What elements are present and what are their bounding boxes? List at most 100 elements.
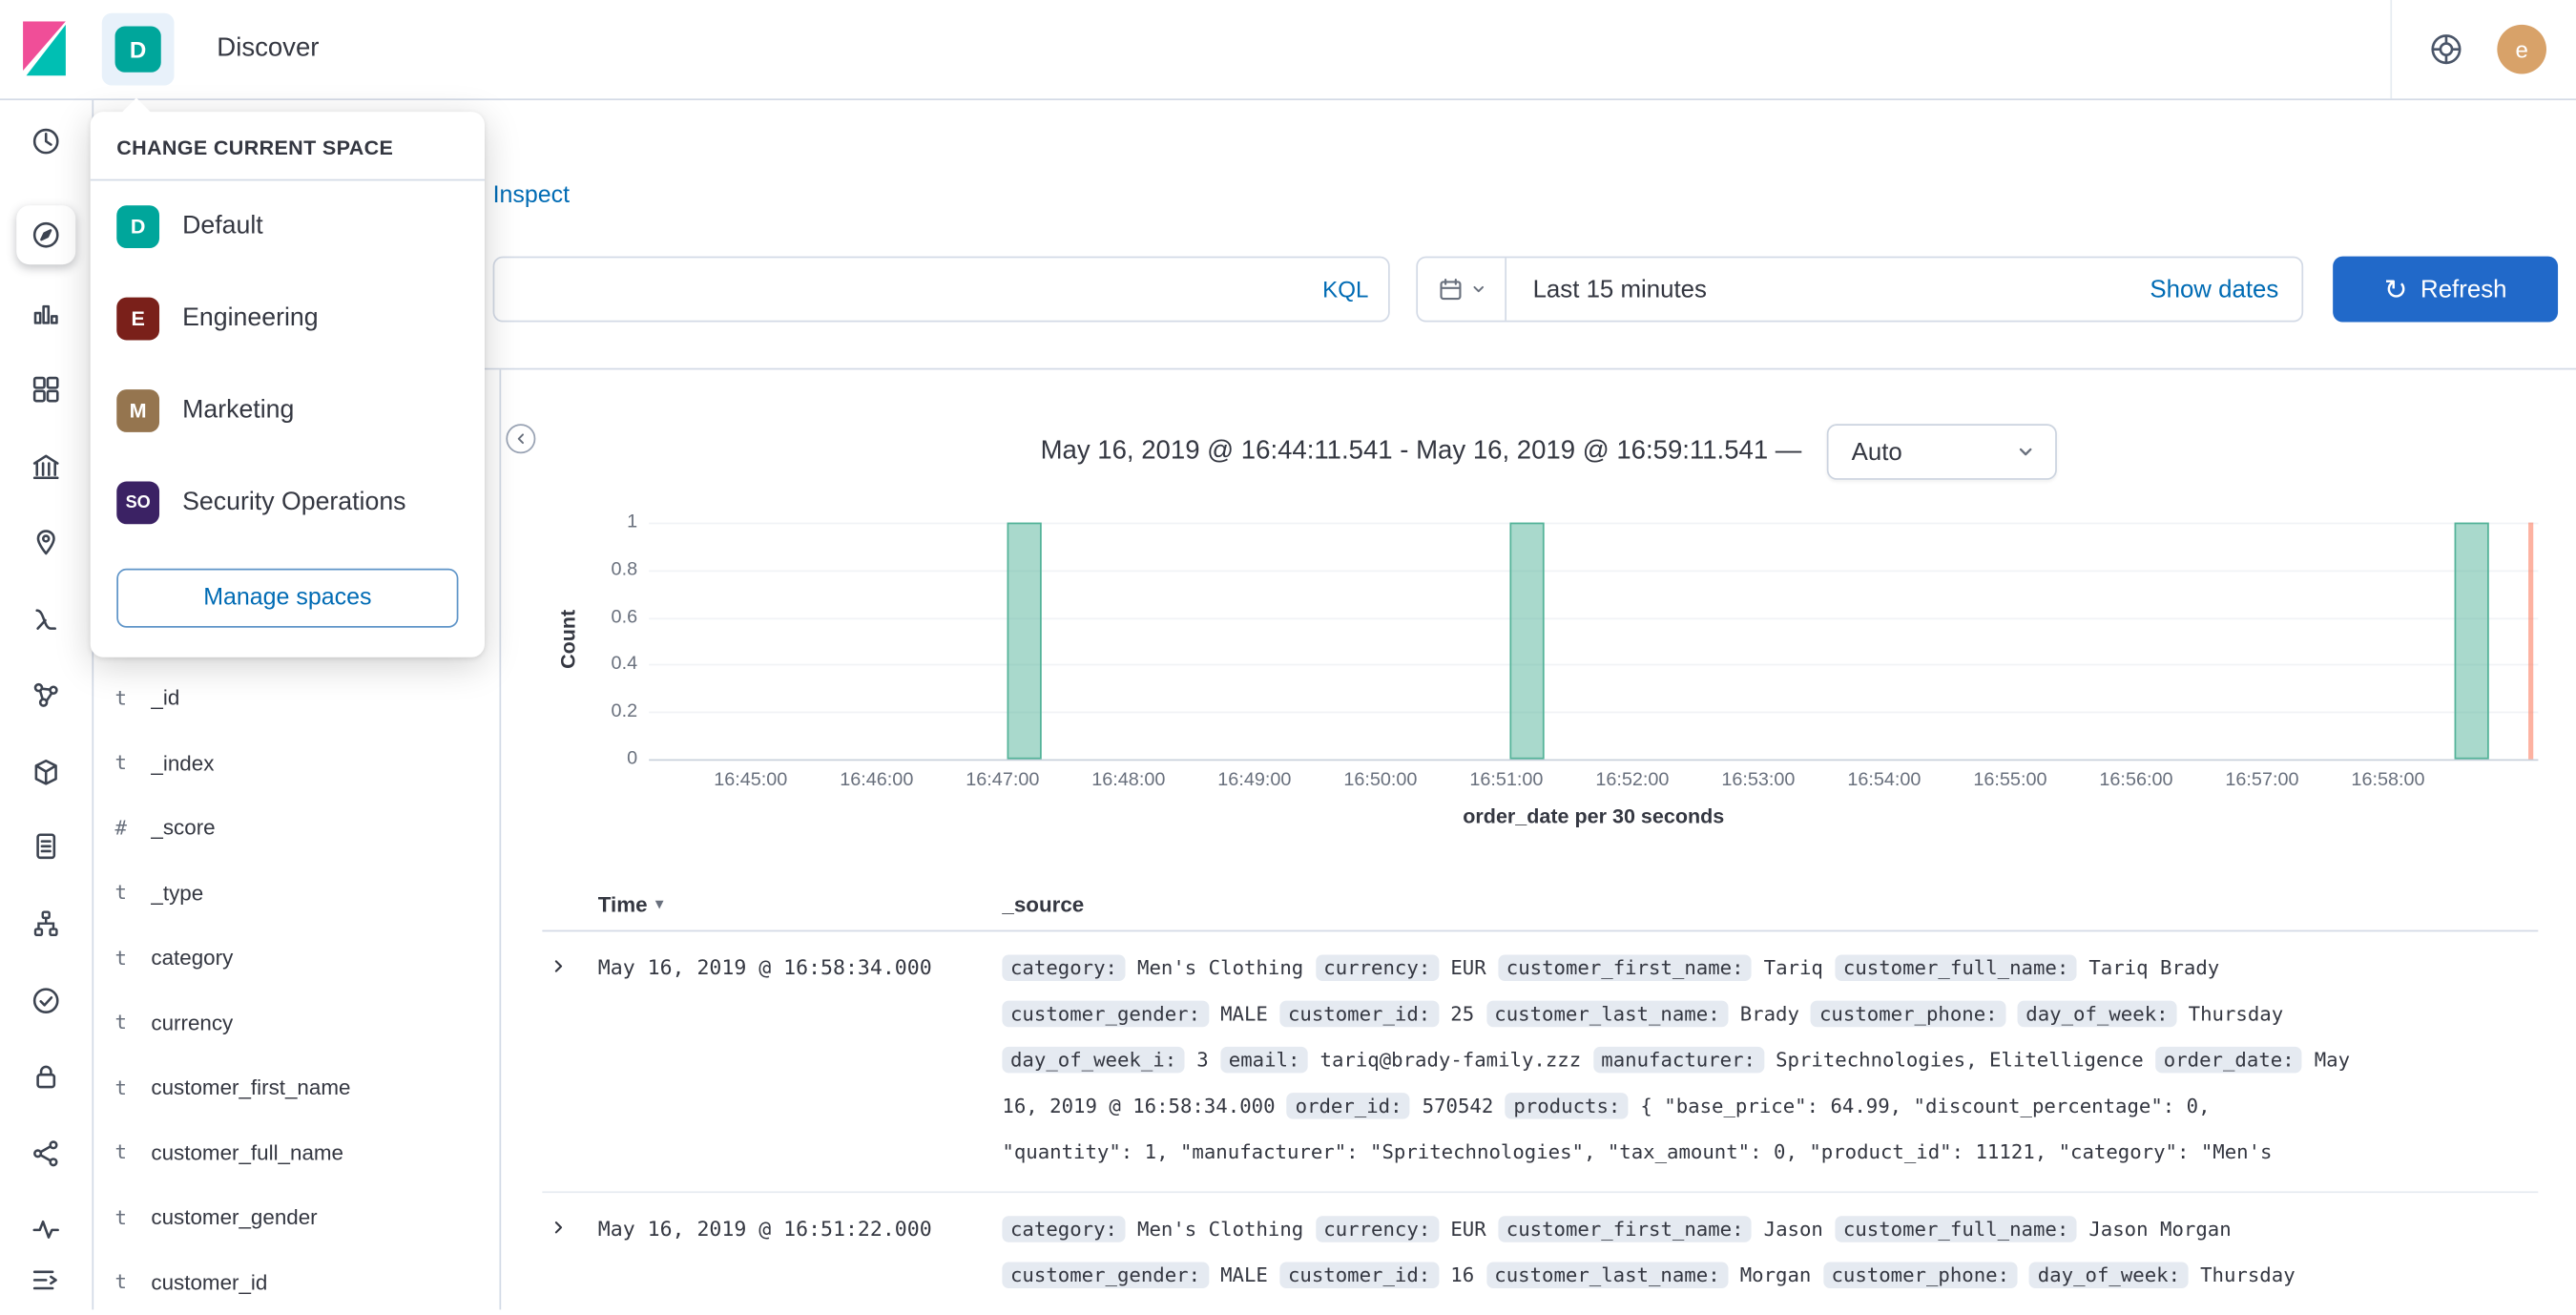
space-label: Default bbox=[182, 212, 263, 240]
x-tick-label: 16:56:00 bbox=[2099, 770, 2173, 791]
time-header-label: Time bbox=[597, 891, 648, 916]
nav-dev-tools[interactable] bbox=[20, 1127, 73, 1179]
histogram-bar[interactable] bbox=[2454, 522, 2490, 760]
refresh-label: Refresh bbox=[2420, 275, 2507, 303]
breadcrumb: Discover bbox=[217, 34, 320, 63]
field-item-_type[interactable]: t _type bbox=[92, 860, 499, 925]
nav-maps[interactable] bbox=[20, 516, 73, 569]
histogram-bar[interactable] bbox=[1006, 522, 1042, 760]
field-item-customer_full_name[interactable]: t customer_full_name bbox=[92, 1120, 499, 1185]
field-item-currency[interactable]: t currency bbox=[92, 990, 499, 1054]
field-item-customer_id[interactable]: t customer_id bbox=[92, 1250, 499, 1315]
nav-security[interactable] bbox=[20, 1050, 73, 1102]
field-name-chip: manufacturer: bbox=[1592, 1046, 1764, 1074]
nav-uptime[interactable] bbox=[20, 974, 73, 1027]
popover-title: CHANGE CURRENT SPACE bbox=[116, 136, 394, 160]
topbar-right: e bbox=[2390, 0, 2576, 99]
nav-infrastructure[interactable] bbox=[20, 897, 73, 950]
refresh-button[interactable]: ↻ Refresh bbox=[2333, 256, 2559, 323]
y-tick-label: 0.2 bbox=[611, 701, 638, 722]
field-name: currency bbox=[151, 1010, 234, 1035]
space-switcher-button[interactable]: D bbox=[101, 12, 175, 86]
field-name-chip: customer_full_name: bbox=[1835, 1216, 2077, 1242]
expand-row-button[interactable] bbox=[542, 1206, 598, 1238]
field-name: customer_id bbox=[151, 1269, 268, 1295]
field-type-icon: t bbox=[114, 946, 127, 970]
help-life-ring-icon bbox=[2431, 34, 2462, 65]
space-item-engineering[interactable]: E Engineering bbox=[91, 273, 485, 365]
pulse-icon bbox=[32, 1220, 59, 1239]
time-column-header[interactable]: Time ▾ bbox=[598, 891, 1003, 916]
nav-recent[interactable] bbox=[20, 115, 73, 168]
nav-canvas[interactable] bbox=[20, 440, 73, 492]
calendar-dropdown-button[interactable] bbox=[1418, 258, 1507, 321]
nav-apm[interactable] bbox=[20, 746, 73, 799]
histogram-plot bbox=[649, 522, 2539, 762]
kibana-logo[interactable] bbox=[0, 21, 92, 77]
space-item-default[interactable]: D Default bbox=[91, 180, 485, 272]
histogram-bar[interactable] bbox=[1509, 522, 1546, 760]
nav-machine-learning[interactable] bbox=[20, 594, 73, 646]
show-dates-button[interactable]: Show dates bbox=[2150, 275, 2301, 303]
space-item-marketing[interactable]: M Marketing bbox=[91, 365, 485, 456]
nav-monitoring[interactable] bbox=[20, 1202, 73, 1255]
gridline bbox=[649, 664, 2539, 667]
x-axis-title: order_date per 30 seconds bbox=[1463, 804, 1725, 828]
field-name-chip: customer_id: bbox=[1279, 1262, 1439, 1289]
user-avatar[interactable]: e bbox=[2497, 24, 2547, 74]
kql-toggle[interactable]: KQL bbox=[1322, 276, 1388, 303]
bar-chart-icon bbox=[33, 304, 58, 324]
gridline bbox=[649, 570, 2539, 572]
map-pin-icon bbox=[36, 530, 55, 555]
inspect-link[interactable]: Inspect bbox=[493, 182, 571, 209]
dashboard-grid-icon bbox=[32, 376, 59, 403]
x-tick-label: 16:47:00 bbox=[966, 770, 1040, 791]
building-icon bbox=[32, 454, 59, 480]
field-name: _id bbox=[151, 685, 180, 711]
row-source: category: Men's Clothing currency: EUR c… bbox=[1002, 954, 2351, 1164]
time-range-value[interactable]: Last 15 minutes bbox=[1533, 275, 1707, 303]
kibana-discover-page: D Discover e Inspect KQL Last 15 minutes… bbox=[0, 0, 2576, 1310]
nav-logs[interactable] bbox=[20, 820, 73, 872]
field-name-chip: customer_phone: bbox=[1811, 1000, 2006, 1028]
chevron-left-icon bbox=[517, 433, 524, 445]
field-name-chip: customer_first_name: bbox=[1498, 954, 1753, 981]
nav-collapse-menu[interactable] bbox=[20, 1254, 73, 1306]
x-tick-label: 16:58:00 bbox=[2351, 770, 2425, 791]
nav-discover[interactable] bbox=[16, 205, 76, 265]
field-name-chip: customer_gender: bbox=[1002, 1262, 1209, 1289]
row-time: May 16, 2019 @ 16:58:34.000 bbox=[597, 954, 932, 980]
collapse-histogram-button[interactable] bbox=[506, 424, 536, 454]
interval-select[interactable]: Auto bbox=[1826, 424, 2057, 480]
query-input[interactable]: KQL bbox=[492, 256, 1390, 323]
field-name-chip: customer_full_name: bbox=[1835, 954, 2077, 981]
collapse-menu-icon bbox=[32, 1270, 57, 1290]
space-avatar-icon: E bbox=[116, 297, 160, 341]
hierarchy-icon bbox=[33, 910, 58, 936]
space-item-security-operations[interactable]: SO Security Operations bbox=[91, 457, 485, 549]
field-item-_index[interactable]: t _index bbox=[92, 730, 499, 795]
field-item-_id[interactable]: t _id bbox=[92, 665, 499, 730]
current-space-avatar: D bbox=[114, 26, 161, 73]
field-name-chip: category: bbox=[1002, 954, 1126, 981]
nav-graph[interactable] bbox=[20, 669, 73, 721]
space-label: Marketing bbox=[182, 395, 295, 425]
manage-spaces-button[interactable]: Manage spaces bbox=[116, 568, 459, 628]
field-name-chip: order_date: bbox=[2155, 1046, 2303, 1074]
nav-visualize[interactable] bbox=[20, 286, 73, 339]
field-item-category[interactable]: t category bbox=[92, 925, 499, 990]
field-name: customer_full_name bbox=[151, 1139, 343, 1165]
field-item-customer_first_name[interactable]: t customer_first_name bbox=[92, 1054, 499, 1119]
help-button[interactable] bbox=[2428, 31, 2464, 68]
field-item-_score[interactable]: # _score bbox=[92, 795, 499, 860]
field-name-chip: currency: bbox=[1315, 954, 1439, 981]
nav-dashboard[interactable] bbox=[20, 364, 73, 416]
expand-row-button[interactable] bbox=[542, 945, 598, 976]
y-tick-label: 1 bbox=[627, 512, 638, 532]
space-avatar-icon: D bbox=[116, 205, 160, 249]
field-item-customer_gender[interactable]: t customer_gender bbox=[92, 1185, 499, 1250]
field-name: _score bbox=[151, 815, 216, 841]
y-tick-label: 0 bbox=[627, 749, 638, 769]
lock-icon bbox=[36, 1065, 56, 1089]
current-time-marker bbox=[2528, 522, 2534, 760]
